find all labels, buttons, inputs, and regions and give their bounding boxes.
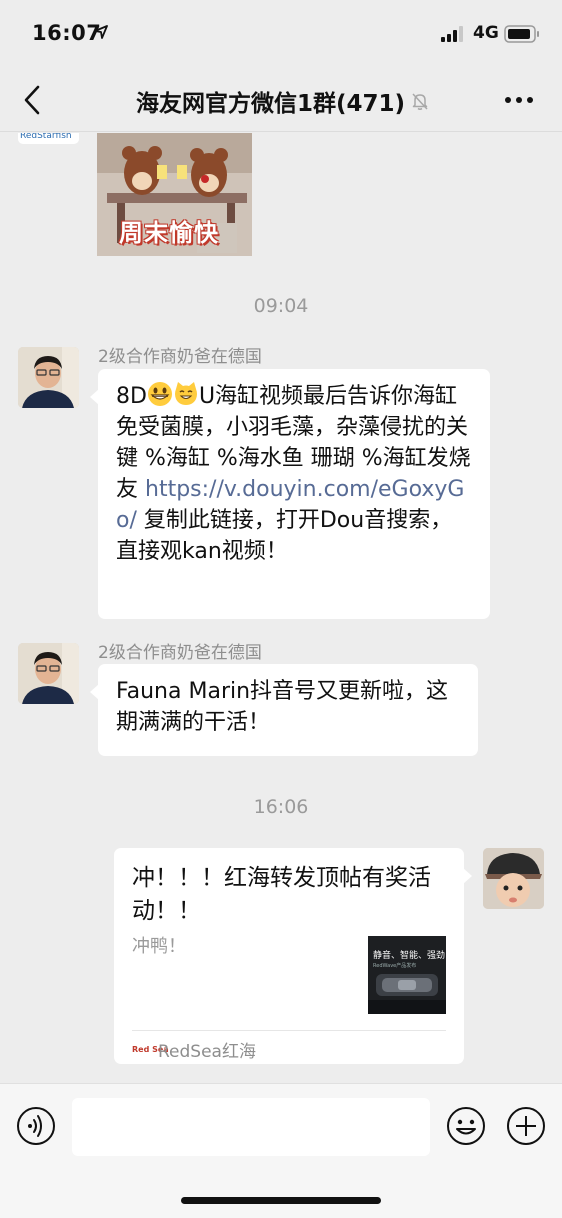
grinning-emoji-icon: [147, 382, 172, 406]
location-arrow-icon: [94, 25, 108, 39]
avatar-sender[interactable]: [18, 643, 79, 704]
link-card[interactable]: 冲！！！红海转发顶帖有奖活动！！ 冲鸭！ 静音、智能、强劲 RedWave产品发…: [114, 848, 472, 1064]
back-icon[interactable]: [20, 84, 46, 116]
battery-icon: [504, 25, 539, 43]
chat-title-wrap: 海友网官方微信1群(471): [136, 85, 430, 117]
person-avatar-image: [18, 643, 79, 704]
person-avatar-image: [18, 347, 79, 408]
mute-bell-icon: [412, 93, 428, 110]
timestamp: 16:06: [253, 796, 309, 818]
more-icon[interactable]: [504, 96, 534, 104]
avatar-redstarfish[interactable]: RedStarfish: [18, 133, 79, 144]
avatar-logo-text: RedStarfish: [20, 133, 72, 141]
message-text[interactable]: Fauna Marin抖音号又更新啦，这期满满的干活！: [98, 664, 478, 748]
avatar-sender[interactable]: [18, 347, 79, 408]
sender-name: 2级合作商奶爸在德国: [98, 643, 262, 663]
avatar-self[interactable]: [483, 848, 544, 909]
chat-title: 海友网官方微信1群(471): [136, 91, 406, 117]
message-text-part: 8D: [116, 384, 147, 409]
chat-area[interactable]: RedStarfish 周末愉快 09:04 2级合作商奶爸在德国 8D U海缸…: [0, 133, 562, 1083]
network-label: 4G: [473, 23, 499, 43]
child-avatar-image: [483, 848, 544, 909]
voice-icon[interactable]: [16, 1106, 56, 1146]
card-source: RedSea红海: [158, 1042, 256, 1062]
emoji-icon[interactable]: [446, 1106, 486, 1146]
timestamp: 09:04: [253, 295, 309, 317]
card-divider: [132, 1030, 446, 1031]
pump-product-image: [368, 974, 446, 1014]
card-thumbnail: 静音、智能、强劲 RedWave产品发布: [368, 936, 446, 1014]
status-time: 16:07: [32, 21, 102, 45]
sticker-image[interactable]: 周末愉快: [97, 133, 252, 256]
plus-icon[interactable]: [506, 1106, 546, 1146]
card-description: 冲鸭！: [132, 936, 186, 957]
message-bubble[interactable]: Fauna Marin抖音号又更新啦，这期满满的干活！: [90, 664, 478, 756]
message-text-part: 复制此链接，打开Dou音搜索，直接观kan视频！: [116, 508, 453, 564]
card-title: 冲！！！红海转发顶帖有奖活动！！: [132, 865, 431, 924]
message-text[interactable]: 8D U海缸视频最后告诉你海缸免受菌膜，小羽毛藻，杂藻侵扰的关键 %海缸 %海水鱼…: [98, 369, 490, 577]
signal-icon: [441, 26, 463, 42]
cat-emoji-icon: [174, 382, 197, 405]
sticker-caption: 周末愉快: [119, 219, 219, 247]
message-bubble[interactable]: 8D U海缸视频最后告诉你海缸免受菌膜，小羽毛藻，杂藻侵扰的关键 %海缸 %海水鱼…: [90, 369, 490, 619]
sender-name: 2级合作商奶爸在德国: [98, 347, 262, 367]
home-indicator[interactable]: [181, 1197, 381, 1204]
message-input[interactable]: [72, 1098, 430, 1156]
status-bar: 16:07 4G: [0, 0, 562, 70]
nav-bar: 海友网官方微信1群(471): [0, 70, 562, 132]
